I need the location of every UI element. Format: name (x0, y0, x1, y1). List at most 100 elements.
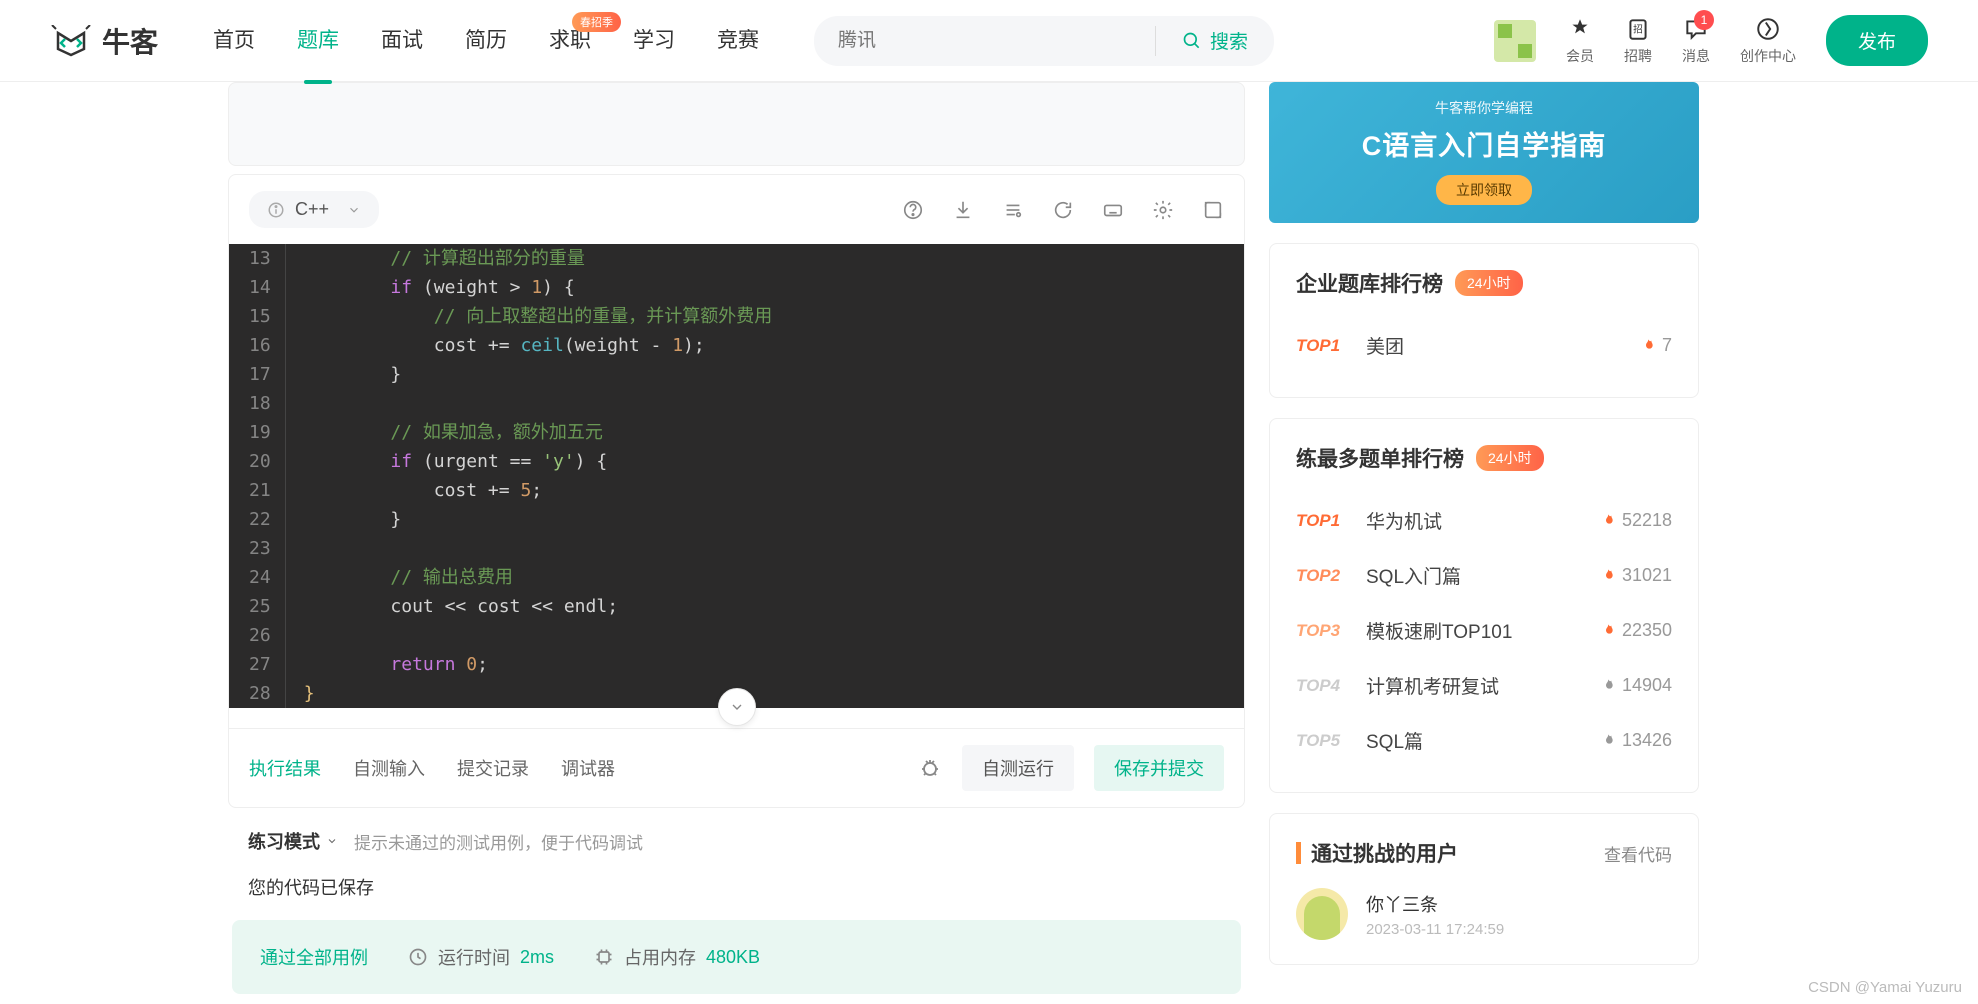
nav-item-0[interactable]: 首页 (213, 24, 255, 58)
download-icon[interactable] (952, 199, 974, 221)
fullscreen-icon[interactable] (1202, 199, 1224, 221)
rank-item[interactable]: TOP3模板速刷TOP10122350 (1296, 603, 1672, 658)
chevron-down-icon (347, 203, 361, 217)
user-avatar[interactable] (1494, 20, 1536, 62)
practice-row: 练习模式 提示未通过的测试用例，便于代码调试 (228, 808, 1245, 864)
rank-badge: TOP3 (1296, 621, 1366, 641)
self-test-button[interactable]: 自测运行 (962, 745, 1074, 791)
fire-icon (1600, 733, 1616, 749)
promo-card[interactable]: 牛客帮你学编程 C语言入门自学指南 立即领取 (1269, 82, 1699, 223)
search-label: 搜索 (1210, 27, 1248, 54)
header: 牛客 首页 题库 面试 简历 求职春招季 学习 竞赛 搜索 会员 招招聘 消息1 创作中心 发布 (0, 0, 1978, 82)
rank-name: SQL入门篇 (1366, 562, 1600, 589)
nav-item-2[interactable]: 面试 (381, 24, 423, 58)
practice-mode-select[interactable]: 练习模式 (248, 828, 338, 854)
rank-title: 练最多题单排行榜 (1296, 443, 1464, 473)
collapse-handle[interactable] (718, 688, 756, 726)
line-gutter: 13141516171819202122232425262728 (229, 244, 286, 708)
pass-result: 通过全部用例 运行时间 2ms 占用内存 480KB (232, 920, 1241, 994)
language-select[interactable]: C++ (249, 191, 379, 228)
rank-name: SQL篇 (1366, 727, 1600, 754)
user-timestamp: 2023-03-11 17:24:59 (1366, 921, 1504, 938)
rank-item[interactable]: TOP2SQL入门篇31021 (1296, 548, 1672, 603)
rank-item[interactable]: TOP5SQL篇13426 (1296, 713, 1672, 768)
chevron-down-icon (729, 699, 745, 715)
editor-card: C++ 13141516171819202122232425262728 // … (228, 174, 1245, 808)
submit-button[interactable]: 保存并提交 (1094, 745, 1224, 791)
accent-bar (1296, 842, 1301, 864)
svg-text:招: 招 (1633, 22, 1643, 35)
practice-hint: 提示未通过的测试用例，便于代码调试 (354, 829, 643, 854)
rank-hot: 14904 (1600, 675, 1672, 696)
sidebar: 牛客帮你学编程 C语言入门自学指南 立即领取 企业题库排行榜 24小时 TOP1… (1269, 82, 1699, 994)
gear-icon[interactable] (1152, 199, 1174, 221)
nav-item-5[interactable]: 学习 (633, 24, 675, 58)
promo-subtitle: 牛客帮你学编程 (1289, 98, 1679, 118)
main: C++ 13141516171819202122232425262728 // … (0, 82, 1978, 994)
rank-badge: TOP1 (1296, 336, 1366, 356)
nav-item-4[interactable]: 求职春招季 (549, 24, 591, 58)
header-right: 会员 招招聘 消息1 创作中心 发布 (1494, 15, 1928, 66)
rank-name: 模板速刷TOP101 (1366, 617, 1600, 644)
promo-button[interactable]: 立即领取 (1436, 175, 1532, 205)
create-button[interactable]: 创作中心 (1740, 16, 1796, 66)
settings-list-icon[interactable] (1002, 199, 1024, 221)
rank-badge: TOP4 (1296, 676, 1366, 696)
watermark: CSDN @Yamai Yuzuru (1808, 979, 1962, 996)
result-actions: 自测运行 保存并提交 (918, 745, 1224, 791)
challenge-user[interactable]: 你丫三条 2023-03-11 17:24:59 (1296, 888, 1672, 940)
main-nav: 首页 题库 面试 简历 求职春招季 学习 竞赛 (213, 24, 759, 58)
result-tab-2[interactable]: 提交记录 (457, 755, 529, 781)
fire-icon (1600, 623, 1616, 639)
nav-item-3[interactable]: 简历 (465, 24, 507, 58)
search-button[interactable]: 搜索 (1156, 27, 1274, 54)
language-label: C++ (295, 199, 329, 220)
user-name: 你丫三条 (1366, 891, 1504, 917)
logo[interactable]: 牛客 (50, 21, 158, 61)
company-rank-card: 企业题库排行榜 24小时 TOP1美团7 (1269, 243, 1699, 398)
logo-text: 牛客 (102, 21, 158, 61)
rank-name: 计算机考研复试 (1366, 672, 1600, 699)
problem-description-collapsed (228, 82, 1245, 166)
memory-stat: 占用内存 480KB (594, 944, 760, 970)
result-tab-3[interactable]: 调试器 (561, 755, 615, 781)
rank-item[interactable]: TOP1美团7 (1296, 318, 1672, 373)
search-bar: 搜索 (814, 16, 1274, 66)
publish-button[interactable]: 发布 (1826, 15, 1928, 66)
time-badge: 24小时 (1455, 270, 1523, 296)
saved-status: 您的代码已保存 (228, 864, 1245, 920)
help-icon[interactable] (902, 199, 924, 221)
editor-toolbar: C++ (229, 175, 1244, 244)
rank-item[interactable]: TOP1华为机试52218 (1296, 493, 1672, 548)
fire-icon (1600, 568, 1616, 584)
code-editor[interactable]: 13141516171819202122232425262728 // 计算超出… (229, 244, 1244, 708)
result-tabs: 执行结果 自测输入 提交记录 调试器 自测运行 保存并提交 (229, 728, 1244, 807)
rank-hot: 52218 (1600, 510, 1672, 531)
rank-name: 华为机试 (1366, 507, 1600, 534)
view-code-link[interactable]: 查看代码 (1604, 841, 1672, 866)
result-tab-1[interactable]: 自测输入 (353, 755, 425, 781)
nav-item-6[interactable]: 竞赛 (717, 24, 759, 58)
reset-icon[interactable] (1052, 199, 1074, 221)
bug-icon[interactable] (918, 756, 942, 780)
keyboard-icon[interactable] (1102, 199, 1124, 221)
fire-icon (1600, 513, 1616, 529)
rank-badge: TOP2 (1296, 566, 1366, 586)
rank-item[interactable]: TOP4计算机考研复试14904 (1296, 658, 1672, 713)
rank-badge: TOP1 (1296, 511, 1366, 531)
recruit-button[interactable]: 招招聘 (1624, 16, 1652, 66)
member-button[interactable]: 会员 (1566, 16, 1594, 66)
search-input[interactable] (814, 30, 1155, 52)
member-icon (1567, 16, 1593, 42)
nav-item-1[interactable]: 题库 (297, 24, 339, 58)
practice-rank-card: 练最多题单排行榜 24小时 TOP1华为机试52218TOP2SQL入门篇310… (1269, 418, 1699, 793)
rank-title: 企业题库排行榜 (1296, 268, 1443, 298)
result-tab-0[interactable]: 执行结果 (249, 755, 321, 781)
create-icon (1755, 16, 1781, 42)
content-left: C++ 13141516171819202122232425262728 // … (228, 82, 1245, 994)
notification-badge: 1 (1694, 10, 1714, 30)
nav-badge: 春招季 (572, 12, 621, 32)
user-avatar (1296, 888, 1348, 940)
code-content: // 计算超出部分的重量 if (weight > 1) { // 向上取整超出… (286, 244, 1244, 708)
messages-button[interactable]: 消息1 (1682, 16, 1710, 66)
